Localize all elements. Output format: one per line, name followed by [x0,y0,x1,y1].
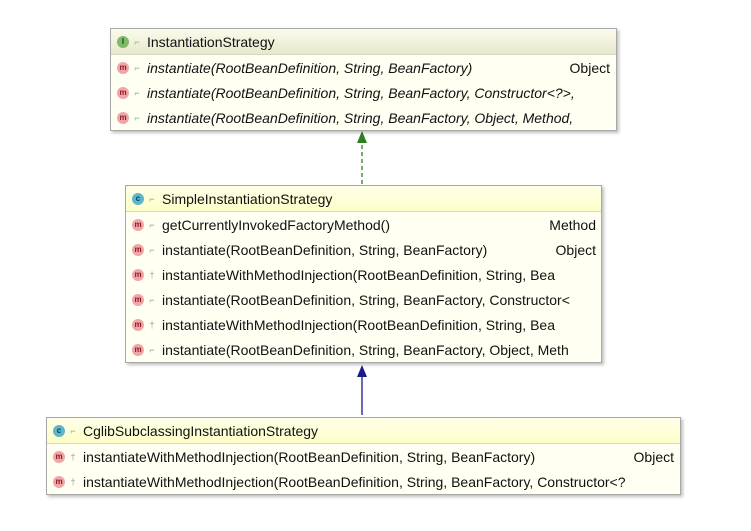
method-icon: m [53,475,65,488]
method-signature: instantiate(RootBeanDefinition, String, … [162,341,569,358]
class-icon: c [132,192,144,205]
protected-visibility-icon: † [70,451,76,462]
method-icon: m [53,450,65,463]
method-signature: instantiate(RootBeanDefinition, String, … [147,109,574,126]
node-title: CglibSubclassingInstantiationStrategy [83,422,319,439]
node-header[interactable]: c ⌐ SimpleInstantiationStrategy [126,186,601,212]
arrowhead-icon [357,365,367,377]
public-visibility-icon: ⌐ [149,344,155,355]
method-row[interactable]: m ⌐ instantiate(RootBeanDefinition, String… [111,105,616,130]
method-row[interactable]: m ⌐ instantiate(RootBeanDefinition, String… [126,287,601,312]
public-visibility-icon: ⌐ [149,244,155,255]
method-icon: m [132,218,144,231]
method-row[interactable]: m ⌐ instantiate(RootBeanDefinition, String… [111,80,616,105]
interface-icon: I [117,35,129,48]
method-return-type: Method [549,216,596,233]
node-title: SimpleInstantiationStrategy [162,190,333,207]
class-node-simple-instantiation-strategy[interactable]: c ⌐ SimpleInstantiationStrategy m ⌐ getCurren… [125,185,602,363]
method-row[interactable]: m † instantiateWithMethodInjection(RootBea… [126,262,601,287]
method-icon: m [132,243,144,256]
node-title: InstantiationStrategy [147,33,275,50]
method-row[interactable]: m ⌐ instantiate(RootBeanDefinition, String… [126,337,601,362]
method-icon: m [132,343,144,356]
method-row[interactable]: m ⌐ instantiate(RootBeanDefinition, String… [126,237,601,262]
public-visibility-icon: ⌐ [134,36,140,47]
method-signature: getCurrentlyInvokedFactoryMethod() [162,216,390,233]
method-icon: m [117,61,129,74]
method-signature: instantiateWithMethodInjection(RootBeanD… [162,316,555,333]
method-signature: instantiateWithMethodInjection(RootBeanD… [83,473,626,490]
method-row[interactable]: m † instantiateWithMethodInjection(RootBea… [47,444,680,469]
method-icon: m [132,318,144,331]
method-return-type: Object [569,59,610,76]
method-signature: instantiate(RootBeanDefinition, String, … [147,84,575,101]
class-node-instantiation-strategy[interactable]: I ⌐ InstantiationStrategy m ⌐ instantiate(Roo… [110,28,617,131]
public-visibility-icon: ⌐ [70,425,76,436]
method-signature: instantiate(RootBeanDefinition, String, … [147,59,473,76]
edge-extends [357,365,367,415]
protected-visibility-icon: † [70,476,76,487]
method-icon: m [117,111,129,124]
method-row[interactable]: m ⌐ getCurrentlyInvokedFactoryMethod() Meth… [126,212,601,237]
method-row[interactable]: m † instantiateWithMethodInjection(RootBea… [47,469,680,494]
method-row[interactable]: m ⌐ instantiate(RootBeanDefinition, String… [111,55,616,80]
protected-visibility-icon: † [149,269,155,280]
arrowhead-icon [357,131,367,143]
method-return-type: Object [555,241,596,258]
method-icon: m [117,86,129,99]
public-visibility-icon: ⌐ [134,112,140,123]
method-row[interactable]: m † instantiateWithMethodInjection(RootBea… [126,312,601,337]
method-icon: m [132,293,144,306]
method-signature: instantiate(RootBeanDefinition, String, … [162,241,488,258]
edge-implements [357,131,367,184]
public-visibility-icon: ⌐ [149,294,155,305]
public-visibility-icon: ⌐ [134,62,140,73]
method-signature: instantiateWithMethodInjection(RootBeanD… [162,266,555,283]
method-icon: m [132,268,144,281]
public-visibility-icon: ⌐ [134,87,140,98]
method-signature: instantiateWithMethodInjection(RootBeanD… [83,448,536,465]
node-header[interactable]: c ⌐ CglibSubclassingInstantiationStrategy [47,418,680,444]
node-header[interactable]: I ⌐ InstantiationStrategy [111,29,616,55]
public-visibility-icon: ⌐ [149,193,155,204]
protected-visibility-icon: † [149,319,155,330]
method-return-type: Object [633,448,674,465]
class-node-cglib-subclassing-instantiation-strategy[interactable]: c ⌐ CglibSubclassingInstantiationStrategy m… [46,417,681,495]
public-visibility-icon: ⌐ [149,219,155,230]
class-icon: c [53,424,65,437]
method-signature: instantiate(RootBeanDefinition, String, … [162,291,570,308]
